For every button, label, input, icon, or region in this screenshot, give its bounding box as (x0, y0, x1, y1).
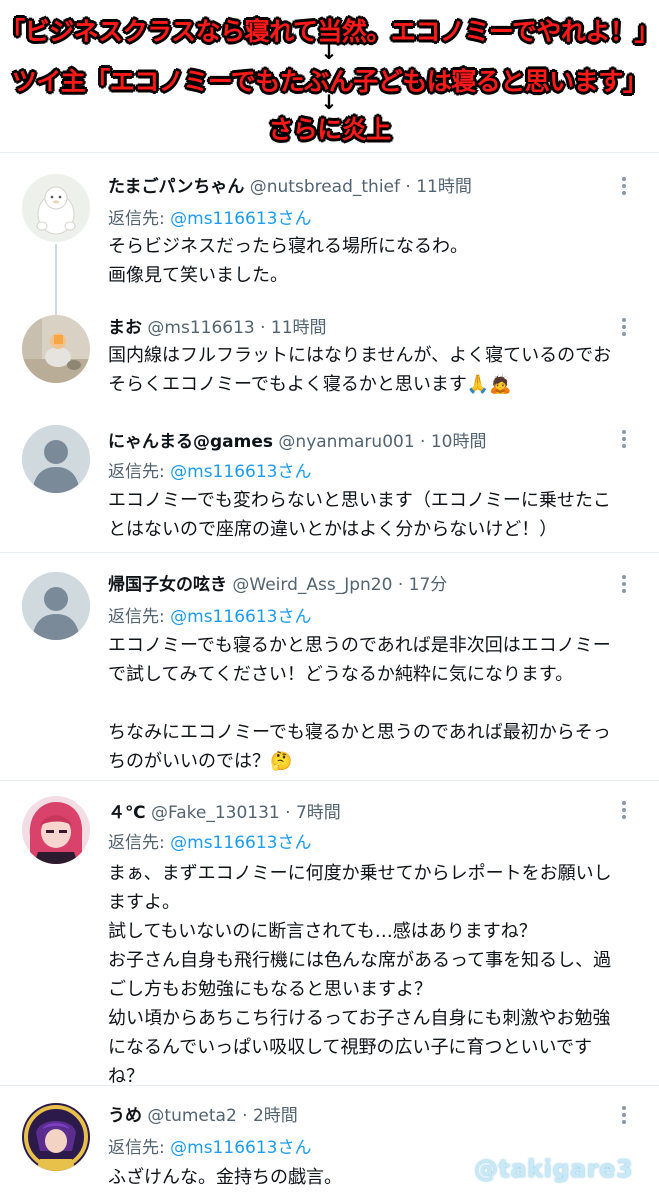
reply-to: 返信先: @ms116613さん (108, 1133, 311, 1158)
avatar[interactable] (22, 174, 90, 242)
avatar[interactable] (22, 796, 90, 864)
more-options-icon[interactable] (612, 427, 636, 451)
tweet-3[interactable]: にゃんまる@games @nyanmaru001 · 10時間 返信先: @ms… (0, 409, 659, 552)
down-arrow-icon: ↓ (320, 40, 338, 64)
avatar[interactable] (22, 1103, 90, 1171)
author-name[interactable]: たまごパンちゃん (108, 177, 244, 197)
tweet-text: そらビジネスだったら寝れる場所になるわ。 画像見て笑いました。 (108, 236, 468, 286)
caption-line-3: さらに炎上 (268, 115, 391, 144)
author-handle-time[interactable]: @tumeta2 · 2時間 (147, 1106, 297, 1126)
more-options-icon[interactable] (612, 174, 636, 198)
reply-mention-link[interactable]: @ms116613さん (170, 462, 311, 482)
author-name[interactable]: ４℃ (108, 803, 146, 823)
more-options-icon[interactable] (612, 1103, 636, 1127)
reply-prefix: 返信先: (108, 1138, 171, 1158)
tweet-text: まぁ、まずエコノミーに何度か乗せてからレポートをお願いし ますよ。 試してもいな… (108, 863, 612, 1087)
more-options-icon[interactable] (612, 572, 636, 596)
watermark: @takigare3 (474, 1155, 634, 1183)
tweet-text: 国内線はフルフラットにはなりませんが、よく寝ているのでお そらくエコノミーでもよ… (108, 345, 612, 395)
author-name[interactable]: にゃんまる@games (108, 432, 273, 452)
tweet-2[interactable]: まお @ms116613 · 11時間 国内線はフルフラットにはなりませんが、よ… (0, 297, 659, 409)
author-name[interactable]: まお (108, 318, 142, 338)
author-handle-time[interactable]: @nutsbread_thief · 11時間 (250, 177, 472, 197)
reply-prefix: 返信先: (108, 607, 171, 627)
reply-prefix: 返信先: (108, 209, 171, 229)
tweet-text: エコノミーでも変わらないと思います（エコノミーに乗せたこ とはないので座席の違い… (108, 490, 611, 540)
reply-to: 返信先: @ms116613さん (108, 602, 311, 627)
author-handle-time[interactable]: @Fake_130131 · 7時間 (151, 803, 341, 823)
reply-prefix: 返信先: (108, 833, 171, 853)
caption-header: 「ビジネスクラスなら寝れて当然。エコノミーでやれよ！」 ↓ ツイ主「エコノミーで… (0, 0, 659, 152)
reply-to: 返信先: @ms116613さん (108, 204, 311, 229)
default-avatar-silhouette[interactable] (22, 572, 90, 640)
reply-mention-link[interactable]: @ms116613さん (170, 607, 311, 627)
reply-mention-link[interactable]: @ms116613さん (170, 1138, 311, 1158)
tweet-1[interactable]: たまごパンちゃん @nutsbread_thief · 11時間 返信先: @m… (0, 152, 659, 319)
reply-mention-link[interactable]: @ms116613さん (170, 833, 311, 853)
more-options-icon[interactable] (612, 798, 636, 822)
down-arrow-icon: ↓ (320, 90, 338, 114)
author-handle-time[interactable]: @ms116613 · 11時間 (147, 318, 326, 338)
author-name[interactable]: 帰国子女の呟き (108, 575, 227, 595)
tweet-5[interactable]: ４℃ @Fake_130131 · 7時間 返信先: @ms116613さん ま… (0, 780, 659, 1087)
author-handle-time[interactable]: @Weird_Ass_Jpn20 · 17分 (232, 575, 447, 595)
tweet-text: エコノミーでも寝るかと思うのであれば是非次回はエコノミー で試してみてください！… (108, 635, 611, 772)
reply-mention-link[interactable]: @ms116613さん (170, 209, 311, 229)
reply-to: 返信先: @ms116613さん (108, 828, 311, 853)
tweet-4[interactable]: 帰国子女の呟き @Weird_Ass_Jpn20 · 17分 返信先: @ms1… (0, 552, 659, 780)
author-handle-time[interactable]: @nyanmaru001 · 10時間 (278, 432, 486, 452)
avatar[interactable] (22, 315, 90, 383)
default-avatar-silhouette[interactable] (22, 425, 90, 493)
reply-prefix: 返信先: (108, 462, 171, 482)
more-options-icon[interactable] (612, 315, 636, 339)
reply-to: 返信先: @ms116613さん (108, 457, 311, 482)
author-name[interactable]: うめ (108, 1106, 142, 1126)
